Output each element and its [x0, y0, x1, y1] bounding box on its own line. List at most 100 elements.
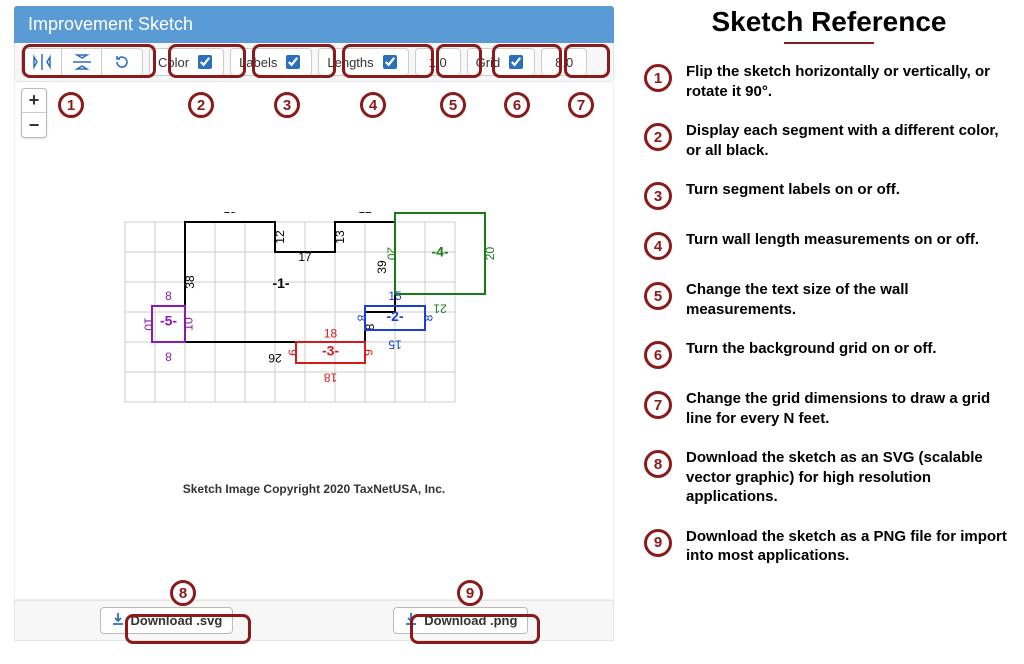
- reference-item: 7 Change the grid dimensions to draw a gr…: [644, 389, 1014, 428]
- svg-text:8: 8: [165, 350, 172, 364]
- svg-text:10: 10: [182, 317, 196, 331]
- svg-text:20: 20: [385, 247, 399, 261]
- reference-item: 5 Change the text size of the wall measur…: [644, 280, 1014, 319]
- reference-text: Download the sketch as an SVG (scalable …: [686, 448, 1014, 507]
- callout-number: 5: [440, 92, 466, 118]
- toolbar: Color Labels Lengths 1.0 Grid 8.0: [14, 43, 614, 82]
- color-checkbox[interactable]: [198, 55, 212, 69]
- reference-item: 3 Turn segment labels on or off.: [644, 180, 1014, 210]
- callout-number: 7: [568, 92, 594, 118]
- reference-item: 8 Download the sketch as an SVG (scalable…: [644, 448, 1014, 507]
- reference-text: Turn wall length measurements on or off.: [686, 230, 979, 250]
- labels-label: Labels: [239, 55, 277, 70]
- download-svg-label: Download .svg: [131, 613, 223, 628]
- svg-text:38: 38: [183, 275, 197, 289]
- color-toggle[interactable]: Color: [149, 48, 224, 76]
- svg-text:13: 13: [333, 230, 347, 244]
- reference-panel: Sketch Reference 1 Flip the sketch horizo…: [644, 0, 1014, 586]
- sketch-canvas[interactable]: + − -1-38151217131239826-2-158158-3-1891…: [14, 82, 614, 600]
- title-underline: [784, 42, 874, 44]
- svg-text:18: 18: [324, 371, 338, 385]
- callout-number: 9: [457, 580, 483, 606]
- reference-text: Turn segment labels on or off.: [686, 180, 900, 200]
- lengths-toggle[interactable]: Lengths: [318, 48, 408, 76]
- svg-text:18: 18: [324, 327, 338, 341]
- reference-item: 1 Flip the sketch horizontally or vertica…: [644, 62, 1014, 101]
- svg-text:15: 15: [388, 338, 402, 352]
- reference-text: Turn the background grid on or off.: [686, 339, 937, 359]
- reference-title: Sketch Reference: [644, 6, 1014, 38]
- reference-item: 4 Turn wall length measurements on or off…: [644, 230, 1014, 260]
- reference-number: 3: [644, 182, 672, 210]
- svg-text:8: 8: [355, 315, 369, 322]
- reference-number: 9: [644, 529, 672, 557]
- reference-text: Flip the sketch horizontally or vertical…: [686, 62, 1014, 101]
- svg-text:39: 39: [375, 260, 389, 274]
- svg-text:15: 15: [223, 212, 237, 216]
- grid-label: Grid: [476, 55, 501, 70]
- svg-text:21: 21: [433, 302, 447, 316]
- reference-number: 2: [644, 123, 672, 151]
- reference-text: Change the grid dimensions to draw a gri…: [686, 389, 1014, 428]
- grid-checkbox[interactable]: [509, 55, 523, 69]
- download-bar: Download .svg Download .png: [14, 600, 614, 641]
- reference-number: 4: [644, 232, 672, 260]
- callout-number: 8: [170, 580, 196, 606]
- grid-size-input[interactable]: 8.0: [541, 48, 587, 76]
- callout-number: 3: [274, 92, 300, 118]
- svg-text:12: 12: [358, 212, 372, 216]
- reference-text: Download the sketch as a PNG file for im…: [686, 527, 1014, 566]
- callout-number: 2: [188, 92, 214, 118]
- rotate-button[interactable]: [102, 49, 142, 75]
- lengths-label: Lengths: [327, 55, 373, 70]
- lengths-checkbox[interactable]: [383, 55, 397, 69]
- download-icon: [111, 612, 125, 629]
- flip-vertical-button[interactable]: [62, 49, 102, 75]
- reference-item: 2 Display each segment with a different c…: [644, 121, 1014, 160]
- svg-text:20: 20: [483, 247, 497, 261]
- reference-number: 7: [644, 391, 672, 419]
- flip-horizontal-icon: [33, 54, 51, 70]
- flip-vertical-icon: [73, 54, 91, 70]
- svg-text:8: 8: [165, 289, 172, 303]
- transform-group: [21, 48, 143, 76]
- callout-number: 4: [360, 92, 386, 118]
- svg-text:-1-: -1-: [272, 275, 289, 291]
- reference-number: 6: [644, 341, 672, 369]
- reference-text: Display each segment with a different co…: [686, 121, 1014, 160]
- svg-text:9: 9: [362, 349, 376, 356]
- reference-number: 8: [644, 450, 672, 478]
- panel-title: Improvement Sketch: [14, 6, 614, 43]
- download-svg-button[interactable]: Download .svg: [100, 607, 234, 634]
- rotate-icon: [114, 54, 130, 70]
- svg-text:9: 9: [286, 349, 300, 356]
- flip-horizontal-button[interactable]: [22, 49, 62, 75]
- svg-text:-3-: -3-: [322, 343, 339, 359]
- lengths-size-input[interactable]: 1.0: [415, 48, 461, 76]
- zoom-in-button[interactable]: +: [22, 89, 46, 113]
- svg-text:-2-: -2-: [386, 308, 403, 324]
- svg-text:-4-: -4-: [431, 244, 448, 260]
- svg-text:10: 10: [142, 317, 156, 331]
- zoom-out-button[interactable]: −: [22, 113, 46, 137]
- download-png-label: Download .png: [424, 613, 517, 628]
- svg-text:-5-: -5-: [160, 313, 177, 329]
- reference-number: 5: [644, 282, 672, 310]
- reference-number: 1: [644, 64, 672, 92]
- reference-item: 9 Download the sketch as a PNG file for i…: [644, 527, 1014, 566]
- svg-text:12: 12: [273, 230, 287, 244]
- download-icon: [404, 612, 418, 629]
- sketch-drawing: -1-38151217131239826-2-158158-3-189189-4…: [105, 212, 545, 452]
- copyright-text: Sketch Image Copyright 2020 TaxNetUSA, I…: [15, 482, 613, 496]
- reference-text: Change the text size of the wall measure…: [686, 280, 1014, 319]
- zoom-control: + −: [21, 88, 47, 138]
- labels-toggle[interactable]: Labels: [230, 48, 312, 76]
- download-png-button[interactable]: Download .png: [393, 607, 528, 634]
- color-label: Color: [158, 55, 189, 70]
- grid-toggle[interactable]: Grid: [467, 48, 536, 76]
- callout-number: 1: [58, 92, 84, 118]
- svg-text:26: 26: [268, 351, 282, 365]
- callout-number: 6: [504, 92, 530, 118]
- labels-checkbox[interactable]: [286, 55, 300, 69]
- reference-item: 6 Turn the background grid on or off.: [644, 339, 1014, 369]
